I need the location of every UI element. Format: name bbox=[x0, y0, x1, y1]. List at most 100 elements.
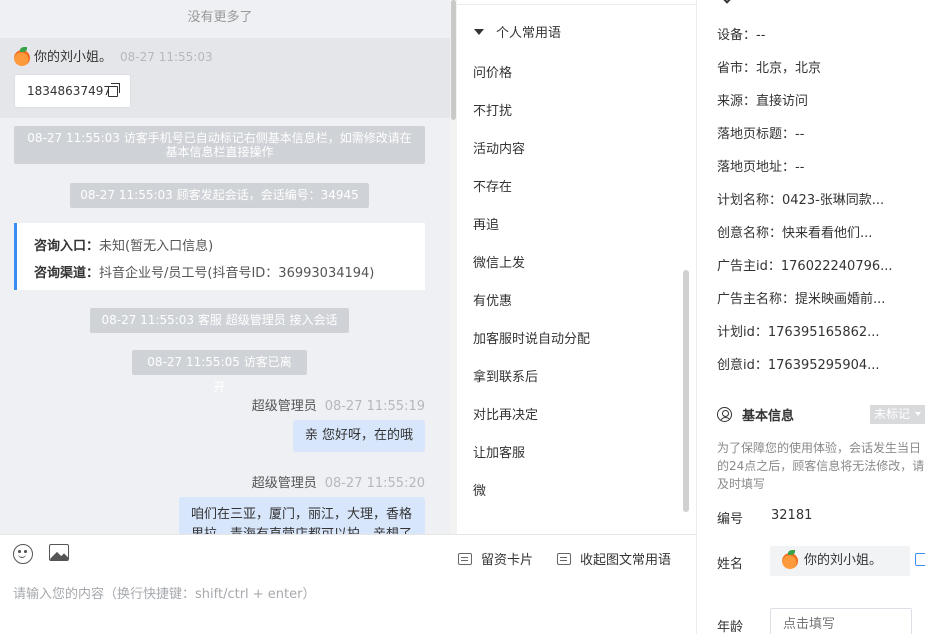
field-value: 176022240796... bbox=[780, 259, 893, 274]
profile-field-landing-title: 落地页标题：-- bbox=[717, 123, 804, 142]
user-icon bbox=[717, 407, 732, 422]
peach-avatar-icon bbox=[14, 46, 30, 66]
phrase-group-title: 个人常用语 bbox=[496, 26, 562, 41]
message-input[interactable]: 请输入您的内容（换行快捷键：shift/ctrl + enter） bbox=[13, 583, 316, 602]
lead-card-button[interactable]: 留资卡片 bbox=[458, 549, 533, 568]
visitor-profile-panel: 设备：-- 省市：北京，北京 来源：直接访问 落地页标题：-- 落地页地址：--… bbox=[696, 0, 925, 634]
agent-header: 超级管理员 08-27 11:55:20 bbox=[252, 472, 425, 491]
field-value: 快来看看他们... bbox=[782, 226, 873, 241]
phrase-item[interactable]: 有优惠 bbox=[473, 283, 590, 321]
field-label: 广告主id： bbox=[717, 259, 781, 274]
collapse-phrases-button[interactable]: 收起图文常用语 bbox=[557, 549, 671, 568]
field-label: 广告主名称： bbox=[717, 292, 796, 307]
lead-card-label: 留资卡片 bbox=[481, 553, 534, 568]
chevron-down-icon[interactable] bbox=[721, 0, 733, 4]
phrase-item[interactable]: 让加客服 bbox=[473, 435, 590, 473]
agent-header: 超级管理员 08-27 11:55:19 bbox=[252, 395, 425, 414]
consult-channel-row: 咨询渠道：抖音企业号/员工号(抖音号ID：36993034194) bbox=[34, 260, 425, 287]
quick-phrases-panel: 个人常用语 问价格 不打扰 活动内容 不存在 再追 微信上发 有优惠 加客服时说… bbox=[457, 0, 696, 534]
basic-info-header: 基本信息 bbox=[717, 405, 794, 424]
profile-field-plan-id: 计划id：176395165862... bbox=[717, 321, 880, 340]
field-label: 省市： bbox=[717, 61, 757, 76]
phrase-item[interactable]: 微信上发 bbox=[473, 245, 590, 283]
chat-workspace: 没有更多了 你的刘小姐。 08-27 11:55:03 18348637497 0… bbox=[0, 0, 925, 634]
phrase-item[interactable]: 问价格 bbox=[473, 55, 590, 93]
system-message: 08-27 11:55:03 访客手机号已自动标记右侧基本信息栏，如需修改请在基… bbox=[14, 126, 425, 164]
phone-message-bubble: 18348637497 bbox=[14, 74, 131, 108]
profile-field-landing-url: 落地页地址：-- bbox=[717, 156, 804, 175]
id-value: 32181 bbox=[771, 508, 813, 523]
phrase-item[interactable]: 微 bbox=[473, 473, 590, 511]
age-label: 年龄 bbox=[717, 620, 744, 634]
name-label: 姓名 bbox=[717, 557, 744, 572]
agent-time: 08-27 11:55:19 bbox=[324, 399, 425, 414]
copy-icon[interactable] bbox=[108, 83, 120, 97]
phrase-item[interactable]: 不打扰 bbox=[473, 93, 590, 131]
system-message: 08-27 11:55:03 客服 超级管理员 接入会话 bbox=[90, 308, 349, 333]
profile-field-advertiser-id: 广告主id：176022240796... bbox=[717, 255, 893, 274]
message-input-area: 留资卡片 收起图文常用语 请输入您的内容（换行快捷键：shift/ctrl + … bbox=[0, 534, 696, 634]
field-value: 北京，北京 bbox=[756, 61, 822, 76]
consult-entry-value: 未知(暂无入口信息) bbox=[99, 239, 214, 254]
id-label: 编号 bbox=[717, 512, 744, 527]
agent-time: 08-27 11:55:20 bbox=[324, 476, 425, 491]
field-value: 直接访问 bbox=[756, 94, 809, 109]
image-icon[interactable] bbox=[49, 544, 69, 561]
name-field[interactable]: 你的刘小姐。 bbox=[770, 546, 910, 576]
edit-notice: 为了保障您的使用体验，会话发生当日的24点之后，顾客信息将无法修改，请及时填写 bbox=[717, 441, 925, 491]
agent-name: 超级管理员 bbox=[251, 399, 317, 414]
field-value: 0423-张琳同款... bbox=[782, 193, 885, 208]
profile-field-plan-name: 计划名称：0423-张琳同款... bbox=[717, 189, 884, 208]
agent-message-bubble: 亲 您好呀，在的哦 bbox=[293, 420, 425, 452]
chat-scrollbar[interactable] bbox=[450, 0, 457, 534]
field-label: 落地页标题： bbox=[717, 127, 796, 142]
tag-dropdown[interactable]: 未标记 bbox=[870, 405, 925, 424]
field-label: 落地页地址： bbox=[717, 160, 796, 175]
profile-field-region: 省市：北京，北京 bbox=[717, 57, 821, 76]
age-input[interactable] bbox=[770, 608, 912, 634]
system-message: 08-27 11:55:03 顾客发起会话，会话编号：34945 bbox=[70, 183, 369, 208]
message-icon bbox=[557, 552, 571, 565]
collapse-phrases-label: 收起图文常用语 bbox=[580, 553, 672, 568]
profile-field-creative-id: 创意id：176395295904... bbox=[717, 354, 880, 373]
phrase-item[interactable]: 活动内容 bbox=[473, 131, 590, 169]
agent-name: 超级管理员 bbox=[251, 476, 317, 491]
phrase-group-toggle[interactable]: 个人常用语 bbox=[474, 22, 561, 41]
profile-field-device: 设备：-- bbox=[717, 24, 765, 43]
profile-field-advertiser-name: 广告主名称：提米映画婚前... bbox=[717, 288, 885, 307]
phrase-item[interactable]: 加客服时说自动分配 bbox=[473, 321, 590, 359]
emoji-icon[interactable] bbox=[13, 544, 33, 564]
agent-message-bubble: 咱们在三亚，厦门，丽江，大理，香格里拉，青海有直营店都可以拍，亲想了 bbox=[179, 497, 425, 534]
profile-field-source: 来源：直接访问 bbox=[717, 90, 808, 109]
field-label: 计划名称： bbox=[717, 193, 783, 208]
phrase-item[interactable]: 不存在 bbox=[473, 169, 590, 207]
visitor-header: 你的刘小姐。 08-27 11:55:03 bbox=[14, 46, 213, 67]
peach-avatar-icon bbox=[782, 549, 798, 569]
profile-field-creative-name: 创意名称：快来看看他们... bbox=[717, 222, 872, 241]
caret-down-icon bbox=[474, 28, 484, 35]
basic-info-title: 基本信息 bbox=[742, 409, 795, 424]
field-value: 176395165862... bbox=[767, 325, 880, 340]
field-value: 提米映画婚前... bbox=[795, 292, 886, 307]
field-label: 来源： bbox=[717, 94, 757, 109]
phrase-item[interactable]: 对比再决定 bbox=[473, 397, 590, 435]
phrase-list: 问价格 不打扰 活动内容 不存在 再追 微信上发 有优惠 加客服时说自动分配 拿… bbox=[473, 55, 590, 511]
phrase-scrollbar[interactable] bbox=[683, 270, 689, 512]
field-label: 设备： bbox=[717, 28, 757, 43]
system-message: 08-27 11:55:05 访客已离开 bbox=[132, 350, 307, 394]
phone-number: 18348637497 bbox=[27, 84, 111, 98]
chat-scrollbar-thumb[interactable] bbox=[451, 0, 456, 120]
card-icon bbox=[458, 552, 472, 565]
edit-icon[interactable] bbox=[915, 553, 925, 566]
field-label: 创意id： bbox=[717, 358, 768, 373]
consult-info-card: 咨询入口：未知(暂无入口信息) 咨询渠道：抖音企业号/员工号(抖音号ID：369… bbox=[14, 223, 425, 290]
phrase-item[interactable]: 拿到联系后 bbox=[473, 359, 590, 397]
phrase-item[interactable]: 再追 bbox=[473, 207, 590, 245]
name-value: 你的刘小姐。 bbox=[804, 553, 883, 568]
field-value: -- bbox=[795, 127, 805, 142]
field-value: 176395295904... bbox=[767, 358, 880, 373]
consult-channel-label: 咨询渠道： bbox=[34, 266, 100, 281]
consult-channel-value: 抖音企业号/员工号(抖音号ID：36993034194) bbox=[99, 266, 375, 281]
chat-history[interactable]: 没有更多了 你的刘小姐。 08-27 11:55:03 18348637497 0… bbox=[0, 0, 450, 534]
consult-entry-row: 咨询入口：未知(暂无入口信息) bbox=[34, 233, 425, 260]
